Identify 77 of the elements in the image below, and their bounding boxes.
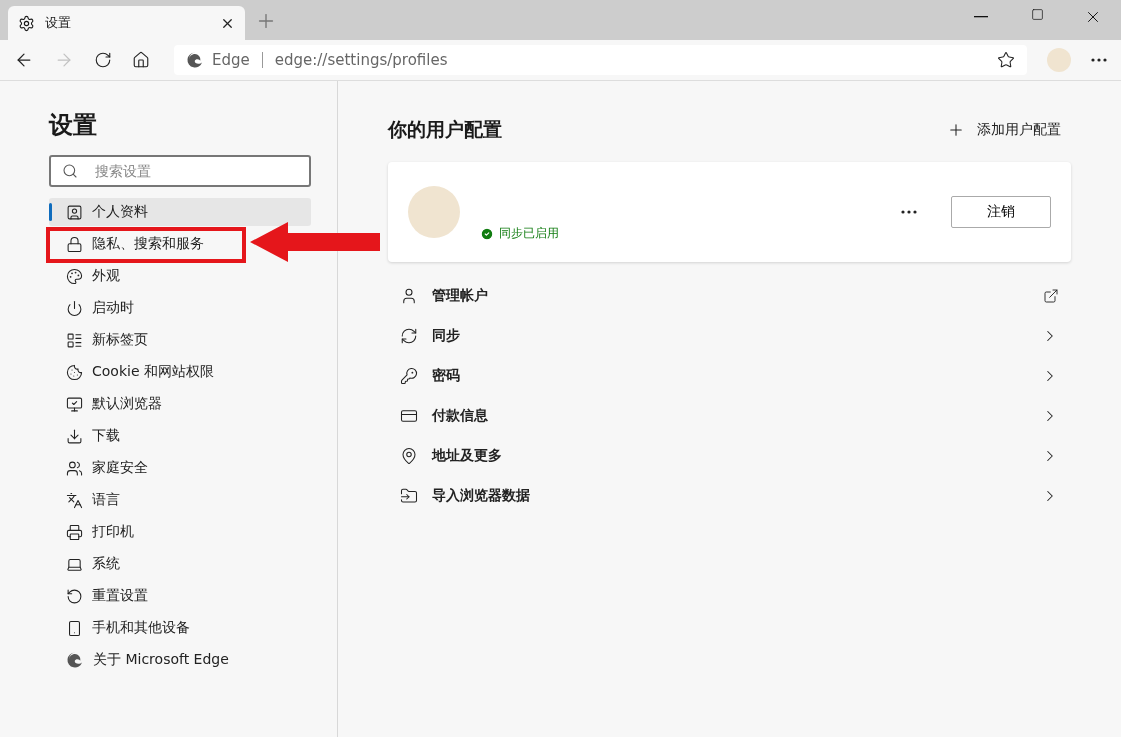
refresh-icon <box>94 51 112 69</box>
browser-tab[interactable]: 设置 <box>8 6 245 40</box>
selection-indicator <box>49 203 52 221</box>
cookie-icon <box>66 363 83 381</box>
search-icon <box>62 163 78 179</box>
more-icon <box>1091 58 1107 62</box>
monitor-icon <box>66 395 83 413</box>
settings-icon <box>18 14 35 32</box>
sidebar-item[interactable]: 个人资料 <box>49 198 311 226</box>
avatar <box>408 186 460 238</box>
sidebar-title: 设置 <box>49 110 98 141</box>
sidebar-item[interactable]: 系统 <box>49 550 311 578</box>
sidebar-item[interactable]: 新标签页 <box>49 326 311 354</box>
more-button[interactable] <box>1091 58 1107 62</box>
sidebar-item[interactable]: 关于 Microsoft Edge <box>49 646 311 674</box>
row-label: 密码 <box>432 367 461 385</box>
address-bar[interactable]: Edge edge://settings/profiles <box>174 45 1027 75</box>
sidebar-item[interactable]: 下载 <box>49 422 311 450</box>
folder-icon <box>400 487 418 505</box>
sync-status: 同步已启用 <box>499 225 559 242</box>
sign-out-button[interactable]: 注销 <box>951 196 1051 228</box>
sidebar-item[interactable]: 默认浏览器 <box>49 390 311 418</box>
refresh-button[interactable] <box>94 51 112 69</box>
row-label: 导入浏览器数据 <box>432 487 531 505</box>
row-label: 付款信息 <box>432 407 489 425</box>
minimize-icon <box>974 16 988 18</box>
profile-icon <box>66 203 83 221</box>
row-label: 同步 <box>432 327 461 345</box>
settings-row[interactable]: 同步 <box>388 316 1071 356</box>
download-icon <box>66 427 83 445</box>
sidebar-item[interactable]: 手机和其他设备 <box>49 614 311 642</box>
settings-row[interactable]: 付款信息 <box>388 396 1071 436</box>
external-link-icon <box>1043 288 1059 304</box>
settings-row[interactable]: 密码 <box>388 356 1071 396</box>
sidebar-item[interactable]: Cookie 和网站权限 <box>49 358 311 386</box>
lock-icon <box>66 235 83 253</box>
sidebar-item[interactable]: 家庭安全 <box>49 454 311 482</box>
row-label: 地址及更多 <box>432 447 503 465</box>
language-icon <box>66 491 83 509</box>
reset-icon <box>66 587 83 605</box>
home-icon <box>132 51 150 69</box>
home-button[interactable] <box>132 51 150 69</box>
edge-logo-icon <box>186 51 204 69</box>
sidebar-item[interactable]: 启动时 <box>49 294 311 322</box>
people-icon <box>66 459 83 477</box>
key-icon <box>400 367 418 385</box>
sidebar-item[interactable]: 打印机 <box>49 518 311 546</box>
sidebar-item[interactable]: 语言 <box>49 486 311 514</box>
palette-icon <box>66 267 83 285</box>
sidebar-item[interactable]: 隐私、搜索和服务 <box>49 230 244 258</box>
sidebar-item[interactable]: 重置设置 <box>49 582 311 610</box>
maximize-icon <box>1030 8 1044 21</box>
check-icon <box>480 226 494 241</box>
settings-row[interactable]: 导入浏览器数据 <box>388 476 1071 516</box>
card-icon <box>400 407 418 425</box>
plus-icon <box>947 121 965 139</box>
printer-icon <box>66 523 83 541</box>
search-field[interactable]: 搜索设置 <box>49 155 311 187</box>
site-label: Edge <box>212 51 250 69</box>
window-icon <box>66 331 83 349</box>
more-icon <box>901 210 917 214</box>
star-icon <box>997 51 1015 69</box>
phone-icon <box>66 619 83 637</box>
sync-icon <box>400 327 418 345</box>
power-icon <box>66 299 83 317</box>
page-title: 你的用户配置 <box>388 117 502 142</box>
url-text: edge://settings/profiles <box>274 51 448 69</box>
add-favorite-button[interactable] <box>997 51 1015 69</box>
tab-title: 设置 <box>45 14 72 32</box>
settings-row[interactable]: 地址及更多 <box>388 436 1071 476</box>
pin-icon <box>400 447 418 465</box>
settings-row[interactable]: 管理帐户 <box>388 276 1071 316</box>
row-label: 管理帐户 <box>432 287 489 305</box>
sidebar-item[interactable]: 外观 <box>49 262 311 290</box>
person-icon <box>400 287 418 305</box>
add-profile-button[interactable]: 添加用户配置 <box>947 121 1071 139</box>
edge-logo-icon <box>66 651 84 669</box>
